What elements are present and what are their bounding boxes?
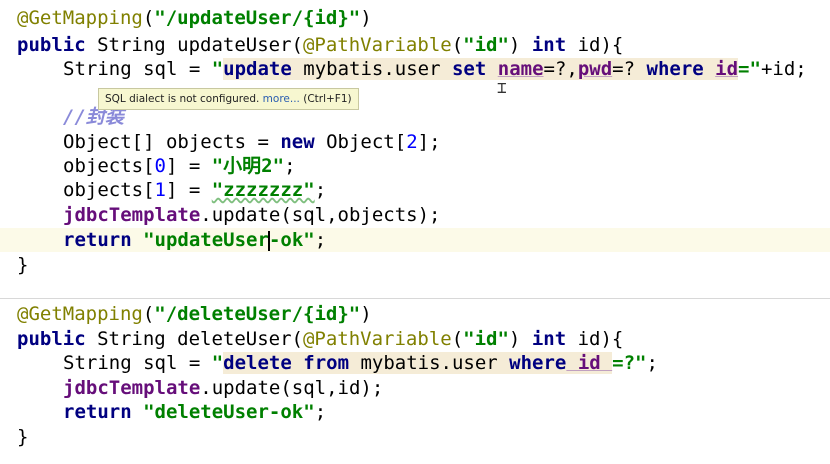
code-line-delete-annotation[interactable]: @GetMapping("/deleteUser/{id}") — [17, 302, 372, 326]
string-literal: "zzzzzzz" — [211, 179, 315, 201]
field-token: jdbcTemplate — [63, 204, 201, 226]
keyword-token: public — [17, 34, 86, 56]
keyword-token: int — [531, 34, 567, 56]
code-editor[interactable]: @GetMapping("/updateUser/{id}") public S… — [0, 0, 830, 464]
code-line-delete-close[interactable]: } — [17, 425, 28, 449]
keyword-token: int — [531, 328, 567, 350]
sql-injection-fragment[interactable]: delete from mybatis.user where id — [223, 352, 613, 374]
string-literal: "/deleteUser/{id}" — [154, 303, 361, 325]
annotation-token: @GetMapping — [17, 7, 143, 29]
sql-injection-fragment[interactable]: update mybatis.user set name=?,pwd=? whe… — [223, 58, 739, 80]
code-line-delete-signature[interactable]: public String deleteUser(@PathVariable("… — [17, 327, 623, 351]
code-line-objects-decl[interactable]: Object[] objects = new Object[2]; — [17, 130, 441, 154]
code-line-update-call[interactable]: jdbcTemplate.update(sql,objects); — [17, 203, 441, 227]
method-separator — [0, 298, 830, 299]
code-line-objects-1[interactable]: objects[1] = "zzzzzzz"; — [17, 178, 326, 202]
string-literal: "/updateUser/{id}" — [154, 7, 361, 29]
keyword-token: new — [280, 131, 315, 153]
string-literal: "id" — [463, 34, 509, 56]
string-literal: "小明2" — [211, 155, 285, 177]
annotation-token: @PathVariable — [302, 34, 452, 56]
field-token: jdbcTemplate — [63, 377, 201, 399]
keyword-token: return — [63, 401, 132, 423]
keyword-token: public — [17, 328, 86, 350]
tooltip-more-link[interactable]: more... — [263, 93, 300, 105]
tooltip-shortcut: (Ctrl+F1) — [299, 93, 352, 105]
code-line-delete-return[interactable]: return "deleteUser-ok"; — [17, 400, 326, 424]
code-line-objects-0[interactable]: objects[0] = "小明2"; — [17, 154, 296, 178]
annotation-token: @PathVariable — [302, 328, 452, 350]
string-literal: "id" — [463, 328, 509, 350]
code-line-update-close[interactable]: } — [17, 253, 28, 277]
code-line-delete-sql[interactable]: String sql = "delete from mybatis.user w… — [17, 351, 658, 375]
code-line-update-annotation[interactable]: @GetMapping("/updateUser/{id}") — [17, 6, 372, 30]
code-line-update-signature[interactable]: public String updateUser(@PathVariable("… — [17, 33, 623, 57]
code-line-update-return-current[interactable]: return "updateUser-ok"; — [0, 228, 830, 252]
annotation-token: @GetMapping — [17, 303, 143, 325]
keyword-token: return — [63, 229, 132, 251]
code-line-delete-update-call[interactable]: jdbcTemplate.update(sql,id); — [17, 376, 383, 400]
mouse-ibeam-icon: ⌶ — [497, 78, 507, 97]
code-line-update-sql[interactable]: String sql = "update mybatis.user set na… — [17, 57, 807, 81]
tooltip-text: SQL dialect is not configured. — [105, 93, 263, 105]
sql-dialect-tooltip: SQL dialect is not configured. more... (… — [98, 88, 359, 110]
